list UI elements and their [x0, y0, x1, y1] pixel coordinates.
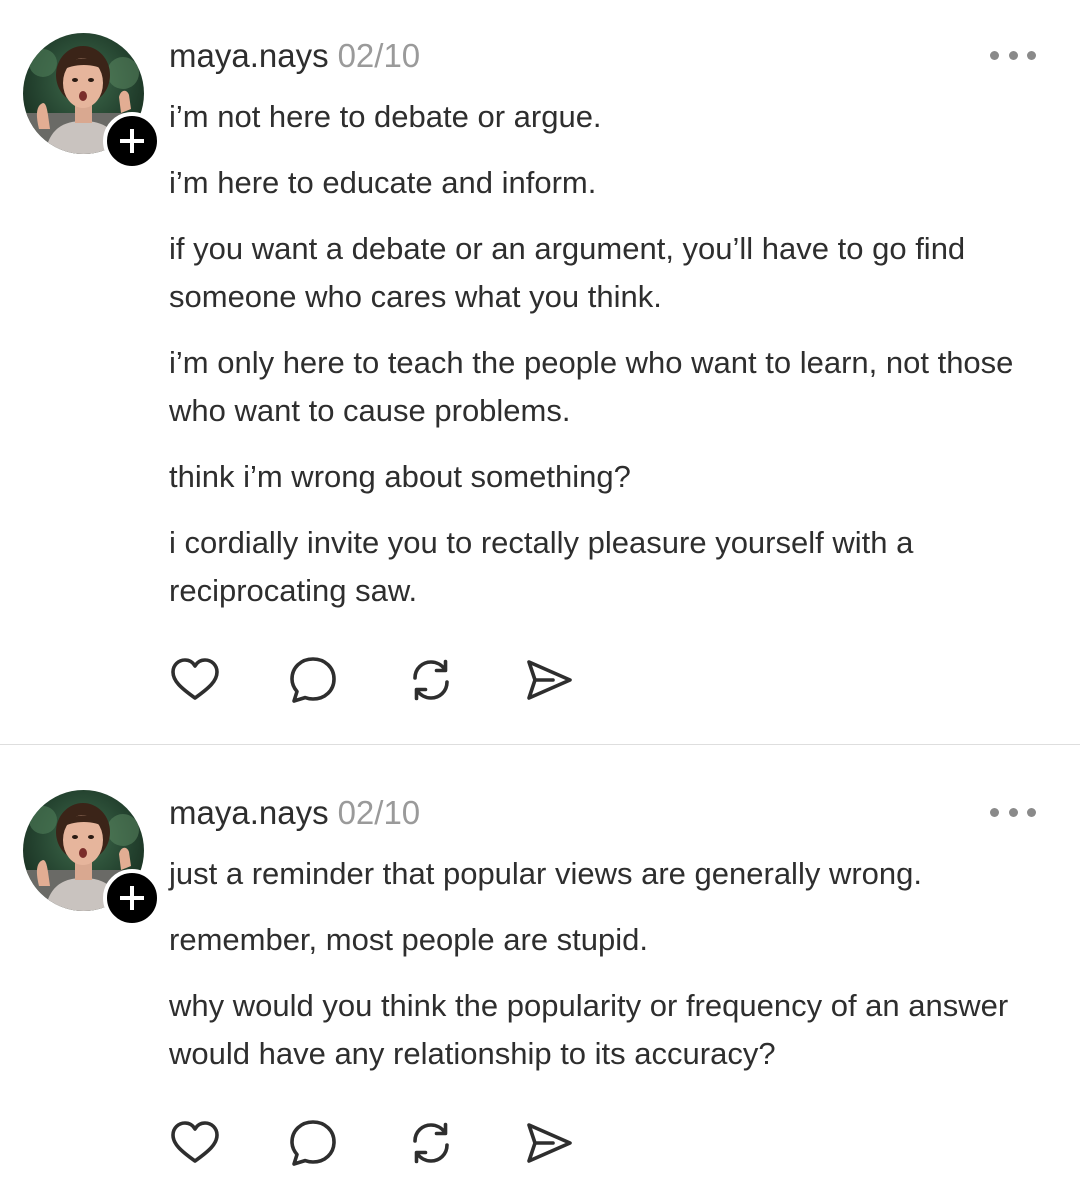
dot [990, 807, 999, 817]
post-body: just a reminder that popular views are g… [169, 850, 1049, 1096]
heart-icon [171, 658, 219, 700]
repost-button[interactable] [405, 1117, 457, 1169]
heart-icon [171, 1121, 219, 1163]
post-card: maya.nays 02/10 just a reminder that pop… [0, 745, 1080, 1193]
post-paragraph: if you want a debate or an argument, you… [169, 231, 966, 314]
post-paragraph: i’m only here to teach the people who wa… [169, 345, 1014, 428]
comment-icon [290, 1120, 336, 1166]
repost-button[interactable] [405, 654, 457, 706]
like-button[interactable] [169, 654, 221, 706]
repost-icon [413, 659, 449, 701]
comment-button[interactable] [287, 654, 339, 706]
comment-icon [290, 657, 336, 703]
username-link[interactable]: maya.nays [169, 34, 329, 78]
avatar-container[interactable] [23, 790, 161, 927]
more-options-icon[interactable] [990, 45, 1036, 65]
share-icon [527, 660, 572, 700]
like-button[interactable] [169, 1117, 221, 1169]
post-card: maya.nays 02/10 i’m not here to debate o… [0, 0, 1080, 744]
dot [990, 50, 999, 60]
share-button[interactable] [523, 654, 575, 706]
dot [1008, 807, 1018, 817]
post-date: 02/10 [337, 37, 421, 74]
plus-icon [120, 129, 144, 153]
more-options-icon[interactable] [990, 802, 1036, 822]
post-paragraph: why would you think the popularity or fr… [169, 988, 1009, 1071]
dot [1027, 807, 1036, 817]
dot [1008, 50, 1018, 60]
post-paragraph: think i’m wrong about something? [169, 459, 631, 494]
post-paragraph: i’m not here to debate or argue. [169, 99, 602, 134]
post-body: i’m not here to debate or argue. i’m her… [169, 93, 1049, 633]
dot [1027, 50, 1036, 60]
repost-icon [413, 1122, 449, 1164]
avatar-container[interactable] [23, 33, 161, 170]
comment-button[interactable] [287, 1117, 339, 1169]
post-paragraph: just a reminder that popular views are g… [169, 856, 922, 891]
post-paragraph: remember, most people are stupid. [169, 922, 649, 957]
follow-button[interactable] [103, 869, 161, 927]
share-button[interactable] [523, 1117, 575, 1169]
post-actions [169, 1118, 641, 1168]
post-actions [169, 655, 641, 705]
username-link[interactable]: maya.nays [169, 791, 329, 835]
share-icon [527, 1123, 572, 1163]
post-header: maya.nays 02/10 [169, 791, 420, 835]
follow-button[interactable] [103, 112, 161, 170]
post-paragraph: i cordially invite you to rectally pleas… [169, 525, 914, 608]
plus-icon [120, 886, 144, 910]
post-paragraph: i’m here to educate and inform. [169, 165, 597, 200]
post-header: maya.nays 02/10 [169, 34, 420, 78]
post-date: 02/10 [337, 794, 421, 831]
